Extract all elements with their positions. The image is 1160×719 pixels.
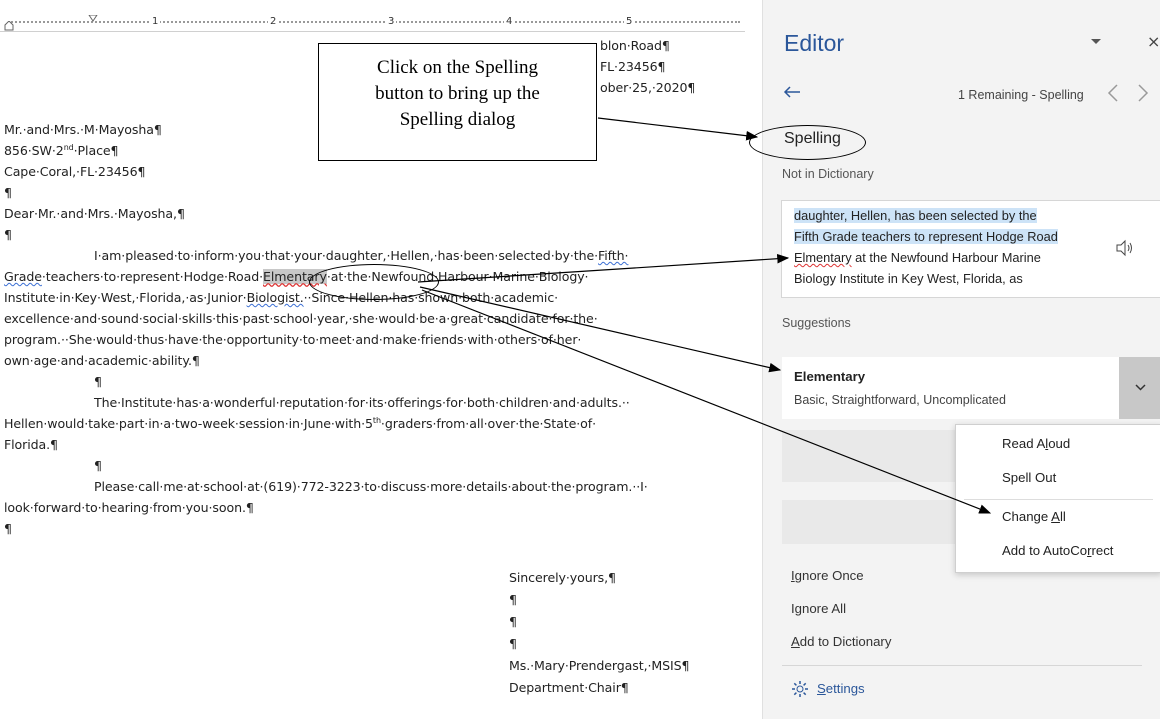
context-box[interactable]: daughter, Hellen, has been selected by t…	[781, 200, 1160, 298]
suggestion-word: Elementary	[794, 369, 866, 384]
menu-item-change-all[interactable]: Change All	[1002, 509, 1066, 524]
ruler-number: 4	[504, 16, 515, 27]
suggestion-context-menu: Read Aloud Spell Out Change All Add to A…	[955, 424, 1160, 573]
first-line-indent-marker-icon[interactable]	[88, 15, 98, 24]
signer-title: Department·Chair¶	[509, 680, 629, 695]
ruler-number: 3	[386, 16, 397, 27]
chevron-left-icon[interactable]	[1107, 84, 1119, 102]
suggestion-synonyms: Basic, Straightforward, Uncomplicated	[794, 393, 1006, 407]
context-misspelled-word: Elmentary	[794, 250, 852, 265]
paragraph-line: Grade·teachers·to·represent·Hodge·Road·E…	[4, 269, 589, 284]
ruler-number: 1	[150, 16, 161, 27]
paragraph-line: excellence·and·sound·social·skills·this·…	[4, 311, 598, 326]
remaining-count: 1 Remaining - Spelling	[958, 88, 1084, 102]
ignore-once-button[interactable]: Ignore Once	[791, 568, 864, 583]
add-to-dictionary-button[interactable]: Add to Dictionary	[791, 634, 891, 649]
close-icon[interactable]: ×	[1147, 32, 1160, 51]
editor-title: Editor	[784, 30, 845, 56]
pilcrow: ¶	[509, 614, 517, 629]
paragraph-line: The·Institute·has·a·wonderful·reputation…	[94, 395, 630, 410]
divider	[782, 665, 1142, 666]
callout-line: Click on the Spelling	[377, 57, 538, 78]
paragraph-line: Hellen·would·take·part·in·a·two-week·ses…	[4, 416, 596, 432]
callout-line: Spelling dialog	[399, 109, 516, 130]
left-indent-marker-icon[interactable]	[4, 21, 14, 31]
suggestion-item[interactable]: Elementary Basic, Straightforward, Uncom…	[782, 357, 1119, 419]
chevron-down-icon	[1135, 384, 1146, 391]
ignore-all-button[interactable]: Ignore All	[791, 601, 846, 616]
hidden-suggestion-area	[782, 430, 982, 482]
horizontal-ruler[interactable]: 1 2 3 4 5	[0, 15, 745, 32]
suggestions-label: Suggestions	[782, 316, 851, 330]
menu-separator	[964, 499, 1153, 500]
callout-line: button to bring up the	[375, 83, 540, 104]
letter-date: ober·25,·2020¶	[600, 80, 696, 95]
paragraph-line: I·am·pleased·to·inform·you·that·your·dau…	[94, 248, 629, 263]
salutation: Dear·Mr.·and·Mrs.·Mayosha,¶	[4, 206, 185, 221]
signer-name: Ms.·Mary·Prendergast,·MSIS¶	[509, 658, 690, 673]
pilcrow: ¶	[509, 592, 517, 607]
sender-city: FL·23456¶	[600, 59, 666, 74]
paragraph-line: look·forward·to·hearing·from·you·soon.¶	[4, 500, 254, 515]
suggestion-dropdown-button[interactable]	[1119, 357, 1160, 419]
callout-box: Click on the Spelling button to bring up…	[318, 43, 597, 161]
ruler-number: 5	[624, 16, 635, 27]
recipient-street: 856·SW·2nd·Place¶	[4, 143, 119, 159]
paragraph-line: Please·call·me·at·school·at·(619)·772-32…	[94, 479, 648, 494]
pilcrow: ¶	[509, 636, 517, 651]
menu-item-read-aloud[interactable]: Read Aloud	[1002, 436, 1070, 451]
arrow-left-icon[interactable]	[783, 85, 801, 99]
spelling-highlight-ellipse	[749, 125, 866, 160]
pilcrow: ¶	[94, 374, 102, 389]
recipient-name: Mr.·and·Mrs.·M·Mayosha¶	[4, 122, 162, 137]
paragraph-line: program.··She·would·thus·have·the·opport…	[4, 332, 582, 347]
paragraph-line: Institute·in·Key·West,·Florida,·as·Junio…	[4, 290, 559, 305]
pilcrow: ¶	[4, 227, 12, 242]
recipient-city: Cape·Coral,·FL·23456¶	[4, 164, 146, 179]
hidden-suggestion-area	[782, 500, 982, 544]
gear-icon	[792, 681, 808, 697]
editor-pane: Editor × 1 Remaining - Spelling Spelling…	[762, 0, 1160, 719]
menu-item-add-to-autocorrect[interactable]: Add to AutoCorrect	[1002, 543, 1113, 558]
closing: Sincerely·yours,¶	[509, 570, 616, 585]
caret-down-icon[interactable]	[1090, 38, 1102, 46]
pilcrow: ¶	[94, 458, 102, 473]
chevron-right-icon[interactable]	[1137, 84, 1149, 102]
sender-street: blon·Road¶	[600, 38, 670, 53]
menu-item-spell-out[interactable]: Spell Out	[1002, 470, 1056, 485]
not-in-dictionary-label: Not in Dictionary	[782, 167, 874, 181]
paragraph-line: Florida.¶	[4, 437, 58, 452]
speaker-icon[interactable]	[1115, 239, 1135, 257]
context-text: daughter, Hellen, has been selected by t…	[794, 208, 1058, 286]
paragraph-line: own·age·and·academic·ability.¶	[4, 353, 200, 368]
word-highlight-ellipse	[309, 264, 439, 300]
ruler-number: 2	[268, 16, 279, 27]
pilcrow: ¶	[4, 185, 12, 200]
pilcrow: ¶	[4, 521, 12, 536]
settings-link[interactable]: Settings	[817, 681, 865, 696]
